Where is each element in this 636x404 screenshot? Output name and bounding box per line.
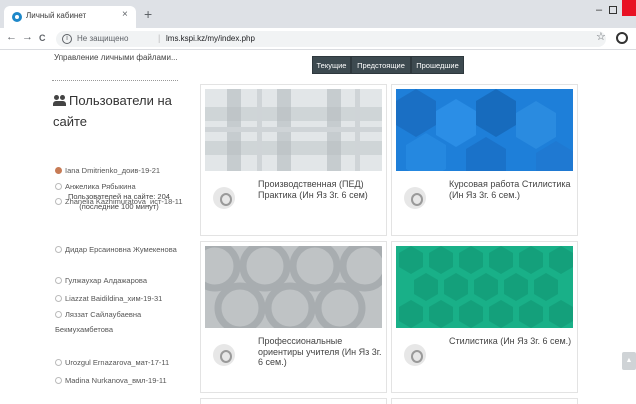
browser-tab[interactable]: Личный кабинет ×	[4, 6, 136, 28]
chevron-up-icon[interactable]: ▲	[622, 352, 636, 370]
user-name: Urozgul Ernazarova_мат-17-11	[65, 358, 170, 367]
back-arrow-icon[interactable]: ←	[6, 31, 17, 43]
users-icon	[53, 95, 66, 106]
sidebar: Управление личными файлами... Пользовате…	[0, 51, 190, 403]
tab-title: Личный кабинет	[26, 11, 87, 20]
tab-current[interactable]: Текущие	[312, 56, 351, 74]
online-user-link[interactable]: Ляззат Сайлаубаевна Бекмухамбетова	[55, 307, 185, 337]
user-name: Анжелика Рябыкина	[65, 182, 136, 191]
reload-icon[interactable]: C	[39, 33, 46, 43]
bookmark-star-icon[interactable]: ☆	[596, 30, 606, 43]
course-card-partial[interactable]	[391, 398, 578, 404]
browser-tabstrip: Личный кабинет × + –	[0, 0, 636, 28]
user-name: Гулжаухар Алдажарова	[65, 276, 147, 285]
user-avatar	[55, 198, 62, 205]
user-name: Ляззат Сайлаубаевна Бекмухамбетова	[55, 310, 142, 334]
course-icon	[213, 344, 235, 366]
info-icon[interactable]: i	[62, 34, 72, 44]
user-name: Liazzat Baidildina_хим-19-31	[65, 294, 163, 303]
course-card[interactable]: Стилистика (Ин Яз 3г. 6 сем.)	[391, 241, 578, 393]
user-avatar	[55, 167, 62, 174]
security-status: Не защищено	[77, 34, 129, 43]
online-user-link[interactable]: Urozgul Ernazarova_мат-17-11	[55, 355, 185, 370]
course-title[interactable]: Курсовая работа Стилистика (Ин Яз 3г. 6 …	[449, 179, 573, 200]
user-name: Zhanelia Kazhimuratova_ист-18-11	[65, 197, 183, 206]
address-bar[interactable]: i Не защищено | lms.kspi.kz/my/index.php	[56, 31, 606, 47]
user-avatar	[55, 377, 62, 384]
user-avatar	[55, 246, 62, 253]
online-user-link[interactable]: Zhanelia Kazhimuratova_ист-18-11	[55, 194, 185, 209]
online-user-link[interactable]: Liazzat Baidildina_хим-19-31	[55, 291, 185, 306]
new-tab-button[interactable]: +	[144, 6, 152, 22]
course-icon	[213, 187, 235, 209]
forward-arrow-icon[interactable]: →	[22, 31, 33, 43]
course-image[interactable]	[396, 246, 573, 328]
online-user-link[interactable]: Madina Nurkanova_вмл-19-11	[55, 373, 185, 388]
course-card[interactable]: Профессиональные ориентиры учителя (Ин Я…	[200, 241, 387, 393]
tab-close-icon[interactable]: ×	[122, 9, 128, 20]
online-user-link[interactable]: Гулжаухар Алдажарова	[55, 273, 185, 288]
user-avatar	[55, 277, 62, 284]
close-window-button[interactable]	[622, 0, 636, 16]
course-title[interactable]: Стилистика (Ин Яз 3г. 6 сем.)	[449, 336, 573, 347]
site-favicon-icon	[12, 12, 22, 22]
user-avatar	[55, 295, 62, 302]
online-user-link[interactable]: Iana Dmitrienko_доив-19-21	[55, 163, 185, 178]
user-avatar	[55, 311, 62, 318]
course-image[interactable]	[396, 89, 573, 171]
user-name: Madina Nurkanova_вмл-19-11	[65, 376, 167, 385]
course-image[interactable]	[205, 89, 382, 171]
user-avatar	[55, 359, 62, 366]
online-user-link[interactable]: Дидар Ерсаиновна Жумекенова	[55, 242, 185, 257]
browser-toolbar: ← → C i Не защищено | lms.kspi.kz/my/ind…	[0, 28, 636, 50]
course-card[interactable]: Курсовая работа Стилистика (Ин Яз 3г. 6 …	[391, 84, 578, 236]
minimize-button[interactable]: –	[596, 4, 602, 16]
course-title[interactable]: Профессиональные ориентиры учителя (Ин Я…	[258, 336, 382, 368]
online-users-heading: Пользователи на сайте	[53, 90, 183, 132]
sidebar-divider	[52, 80, 178, 81]
tab-past[interactable]: Прошедшие	[411, 56, 464, 74]
url-text[interactable]: lms.kspi.kz/my/index.php	[166, 34, 255, 43]
course-icon	[404, 187, 426, 209]
course-icon	[404, 344, 426, 366]
online-users-title: Пользователи на сайте	[53, 93, 172, 129]
account-icon[interactable]	[616, 32, 628, 44]
user-name: Дидар Ерсаиновна Жумекенова	[65, 245, 177, 254]
course-image[interactable]	[205, 246, 382, 328]
url-separator: |	[158, 33, 161, 43]
course-title[interactable]: Производственная (ПЕД) Практика (Ин Яз 3…	[258, 179, 382, 200]
tab-upcoming[interactable]: Предстоящие	[351, 56, 411, 74]
course-card[interactable]: Производственная (ПЕД) Практика (Ин Яз 3…	[200, 84, 387, 236]
user-name: Iana Dmitrienko_доив-19-21	[65, 166, 161, 175]
user-avatar	[55, 183, 62, 190]
maximize-button[interactable]	[609, 6, 617, 14]
course-card-partial[interactable]	[200, 398, 387, 404]
manage-files-link[interactable]: Управление личными файлами...	[54, 53, 178, 62]
online-user-link[interactable]: Анжелика Рябыкина	[55, 179, 185, 194]
